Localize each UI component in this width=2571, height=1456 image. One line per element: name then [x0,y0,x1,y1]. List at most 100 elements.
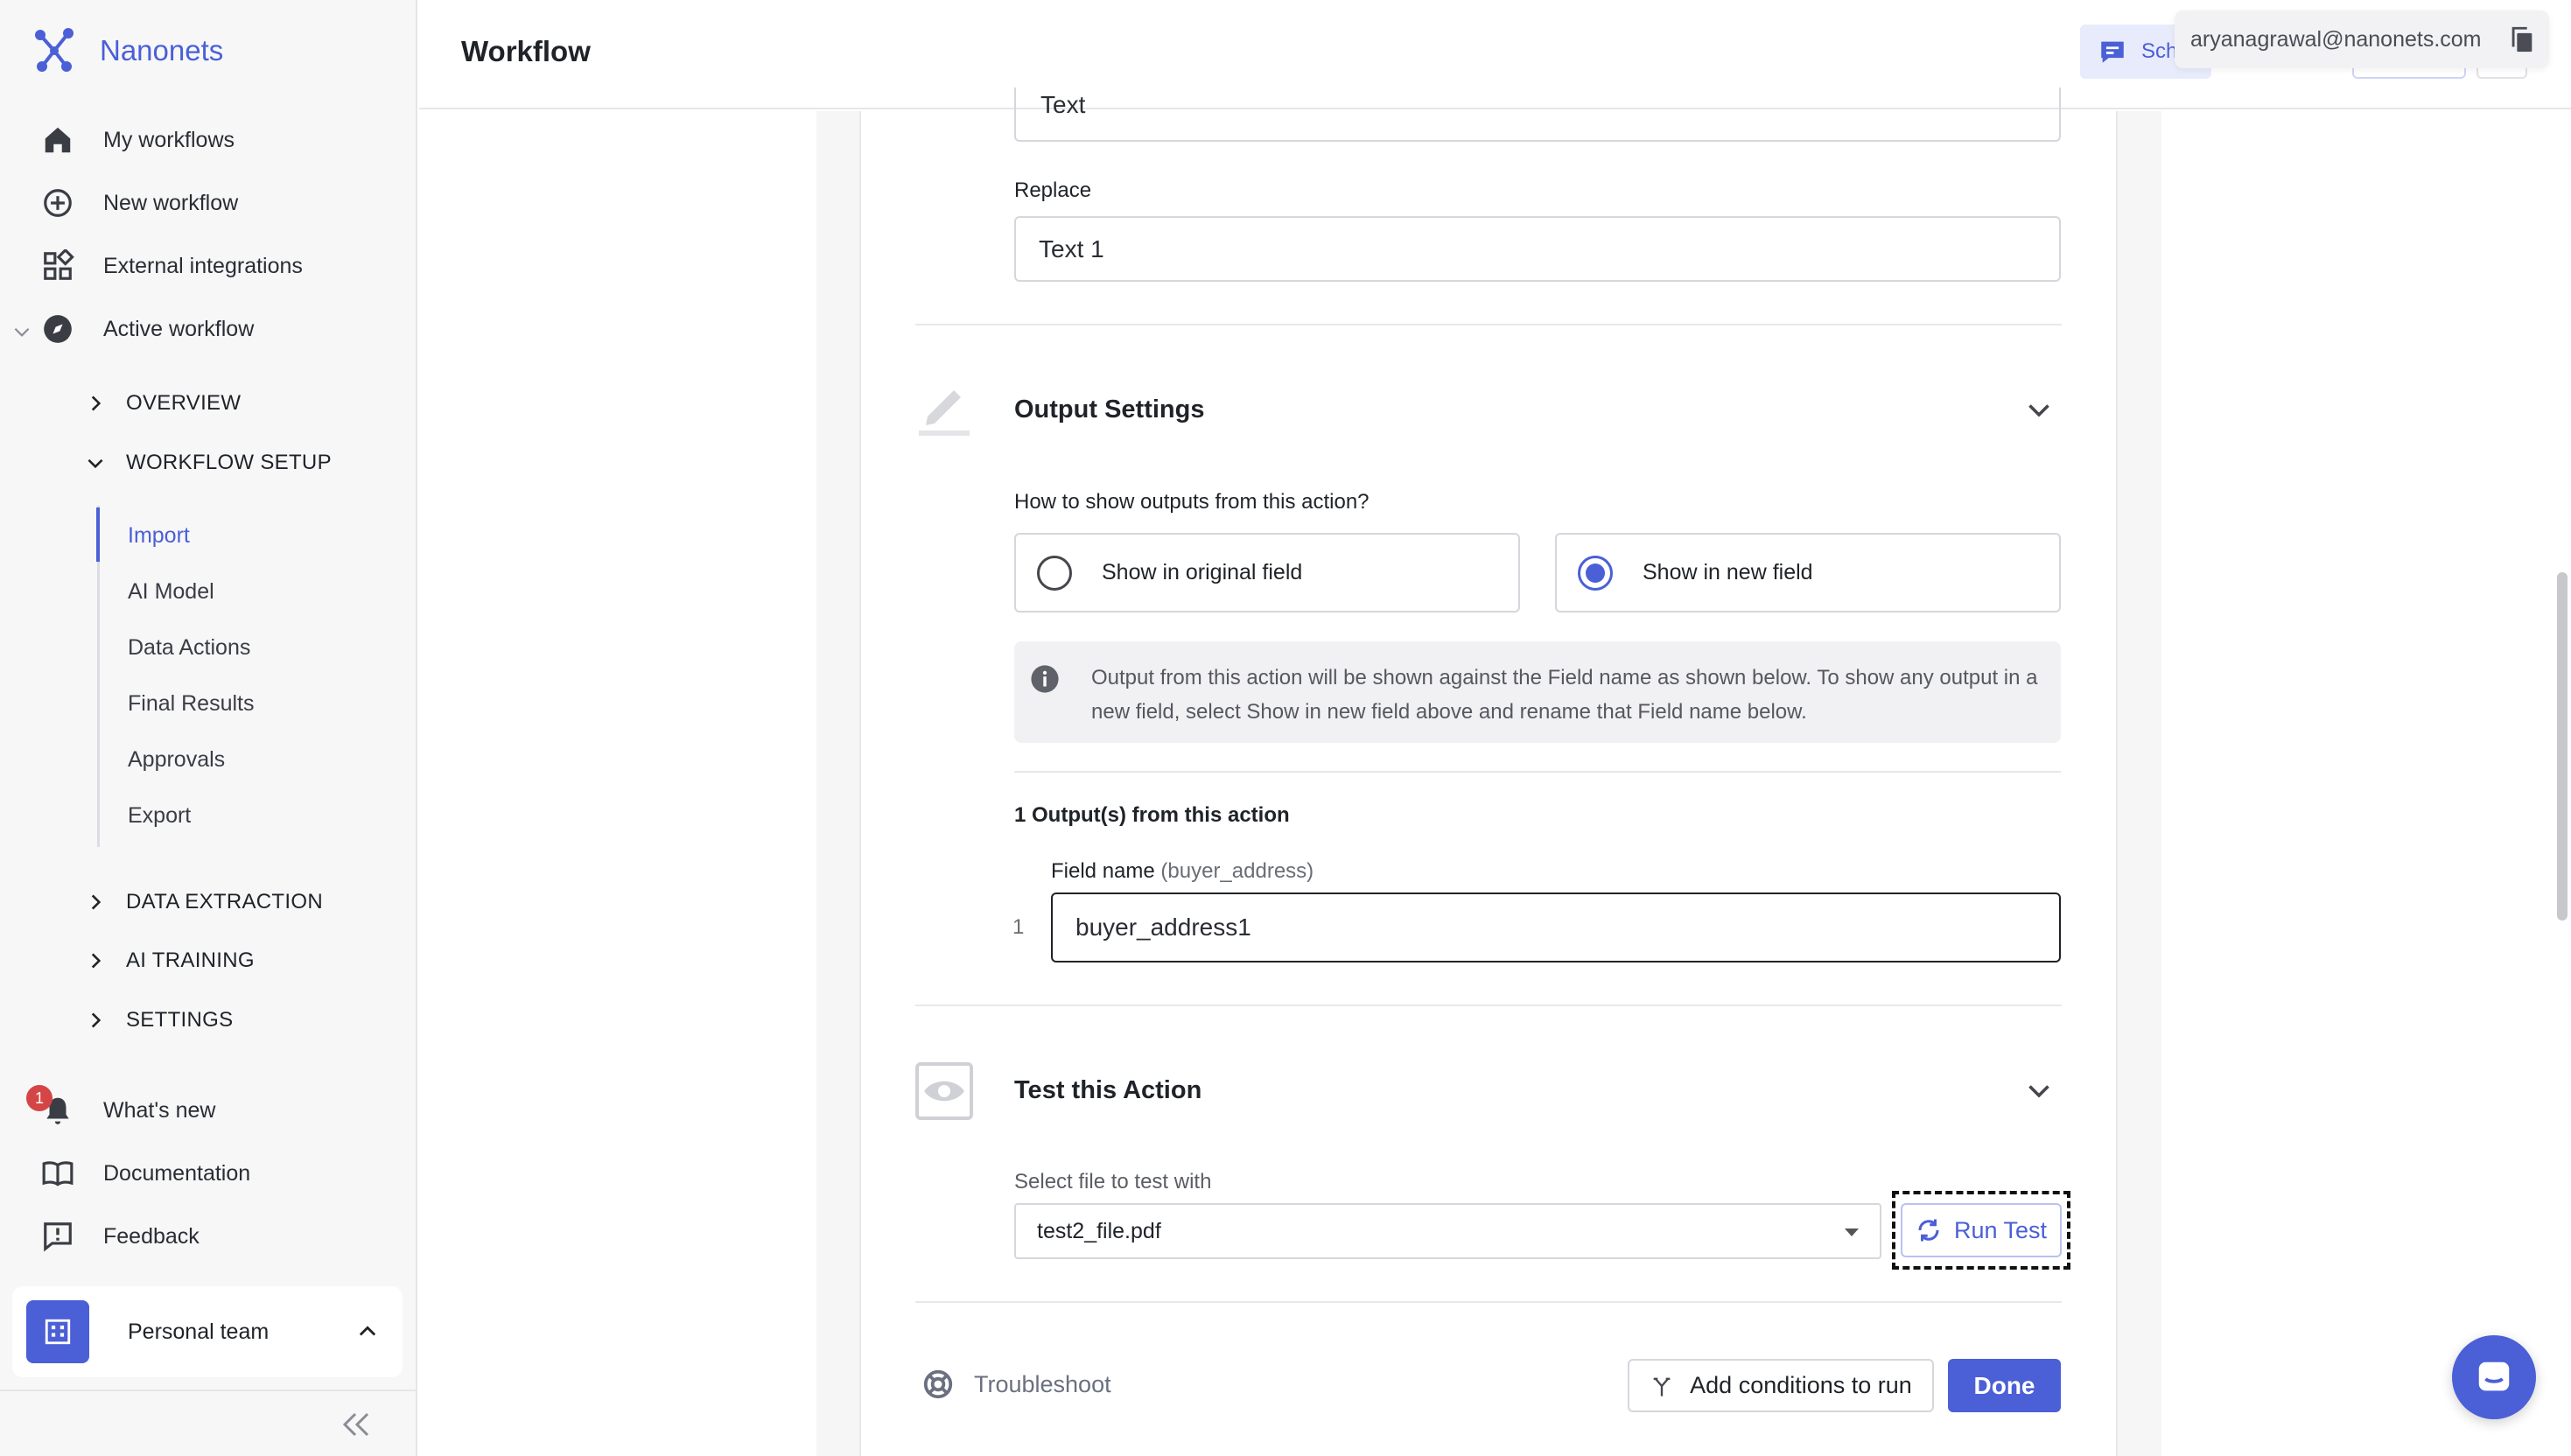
chevron-right-icon [91,396,102,411]
add-conditions-label: Add conditions to run [1690,1372,1912,1398]
field-name-text: Field name [1051,859,1155,883]
add-conditions-button[interactable]: Add conditions to run [1628,1359,1934,1412]
eye-icon [915,1060,973,1122]
section-label: AI TRAINING [126,948,255,972]
book-icon [39,1154,77,1193]
field-name-label: Field name (buyer_address) [1051,859,1314,884]
section-overview[interactable]: OVERVIEW [84,391,241,416]
section-ai-training[interactable]: AI TRAINING [84,948,255,973]
sidebar: Nanonets My workflows New workflow Exter… [0,0,417,1456]
section-data-extraction[interactable]: DATA EXTRACTION [84,890,323,914]
compass-icon [39,310,77,348]
nav-my-workflows[interactable]: My workflows [39,121,235,159]
nav-whats-new[interactable]: What's new [39,1091,215,1130]
replace-label: Replace [1014,178,1092,202]
scrollbar[interactable] [2557,572,2567,920]
team-name: Personal team [128,1319,270,1344]
sub-item-import[interactable]: Import [128,523,190,549]
chevron-down-icon [88,458,103,469]
building-icon [45,1319,71,1345]
section-label: WORKFLOW SETUP [126,451,332,474]
chevron-down-icon[interactable] [11,320,33,343]
section-label: DATA EXTRACTION [126,890,323,914]
find-text-input[interactable]: Text [1014,88,2061,142]
chevron-right-icon [91,953,102,969]
nav-label: My workflows [103,127,235,152]
pencil-icon [915,378,973,439]
option-new-field[interactable]: Show in new field [1555,533,2061,612]
chat-widget-button[interactable] [2452,1335,2536,1419]
nav-label: Active workflow [103,316,255,341]
user-email-tooltip: aryanagrawal@nanonets.com [2175,10,2549,68]
done-button[interactable]: Done [1948,1359,2061,1412]
team-switcher[interactable]: Personal team [12,1286,403,1377]
selected-file: test2_file.pdf [1037,1218,1161,1243]
nav-documentation[interactable]: Documentation [39,1154,250,1193]
info-icon [1031,665,1059,693]
test-file-select[interactable]: test2_file.pdf [1014,1203,1881,1259]
option-original-field[interactable]: Show in original field [1014,533,1520,612]
home-icon [39,121,77,159]
run-test-label: Run Test [1953,1216,2048,1243]
chevron-right-icon [91,894,102,910]
sub-item-data-actions[interactable]: Data Actions [128,635,250,661]
integrations-icon [39,247,77,285]
lifebuoy-icon [923,1369,953,1399]
brand-logo[interactable]: Nanonets [32,26,223,75]
nav-new-workflow[interactable]: New workflow [39,184,238,222]
chat-bubble-icon [2478,1362,2510,1391]
team-avatar [26,1300,89,1363]
nav-label: Feedback [103,1223,200,1249]
section-workflow-setup[interactable]: WORKFLOW SETUP [84,451,332,475]
troubleshoot-link[interactable]: Troubleshoot [921,1368,1111,1401]
plus-circle-icon [39,184,77,222]
branch-icon [1653,1377,1671,1396]
nav-label: External integrations [103,253,303,278]
copy-icon[interactable] [2507,24,2537,54]
feedback-icon [39,1217,77,1256]
submenu-active-indicator [96,508,100,562]
notification-badge: 1 [26,1085,53,1111]
nav-external-integrations[interactable]: External integrations [39,247,303,285]
radio-original-field[interactable] [1037,555,1072,591]
select-file-label: Select file to test with [1014,1170,1212,1194]
outputs-count: 1 Output(s) from this action [1014,803,1290,827]
brand-name: Nanonets [100,34,224,66]
chevron-up-icon [359,1326,376,1336]
nav-active-workflow[interactable]: Active workflow [39,310,254,348]
section-label: OVERVIEW [126,391,242,415]
nav-feedback[interactable]: Feedback [39,1217,200,1256]
nav-label: New workflow [103,190,239,215]
sub-item-ai-model[interactable]: AI Model [128,579,214,605]
output-divider [1014,771,2061,773]
output-row-number: 1 [1012,915,1025,939]
option-label: Show in new field [1643,560,1813,584]
sidebar-divider [0,1390,417,1391]
user-email: aryanagrawal@nanonets.com [2190,26,2482,52]
output-question: How to show outputs from this action? [1014,490,1370,514]
chevron-down-icon[interactable] [2023,1074,2055,1106]
refresh-icon [1918,1219,1939,1242]
troubleshoot-label: Troubleshoot [974,1370,1111,1397]
sub-item-export[interactable]: Export [128,803,191,829]
sub-item-final-results[interactable]: Final Results [128,691,255,717]
section-divider [915,324,2062,326]
section-label: SETTINGS [126,1008,234,1032]
dropdown-caret-icon [1845,1228,1859,1236]
info-callout: Output from this action will be shown ag… [1014,641,2061,743]
chat-icon [2101,41,2124,63]
chevron-down-icon[interactable] [2023,394,2055,425]
run-test-button[interactable]: Run Test [1901,1203,2062,1257]
collapse-sidebar-icon[interactable] [338,1409,375,1440]
section-divider [915,1004,2062,1006]
radio-new-field[interactable] [1578,555,1613,591]
section-settings[interactable]: SETTINGS [84,1008,233,1032]
replace-input[interactable] [1014,216,2061,282]
sub-item-approvals[interactable]: Approvals [128,747,225,773]
option-label: Show in original field [1102,560,1303,584]
nav-label: Documentation [103,1160,251,1186]
section-divider [915,1301,2062,1303]
chevron-right-icon [91,1012,102,1028]
field-name-input[interactable] [1051,892,2061,962]
nav-label: What's new [103,1097,216,1123]
